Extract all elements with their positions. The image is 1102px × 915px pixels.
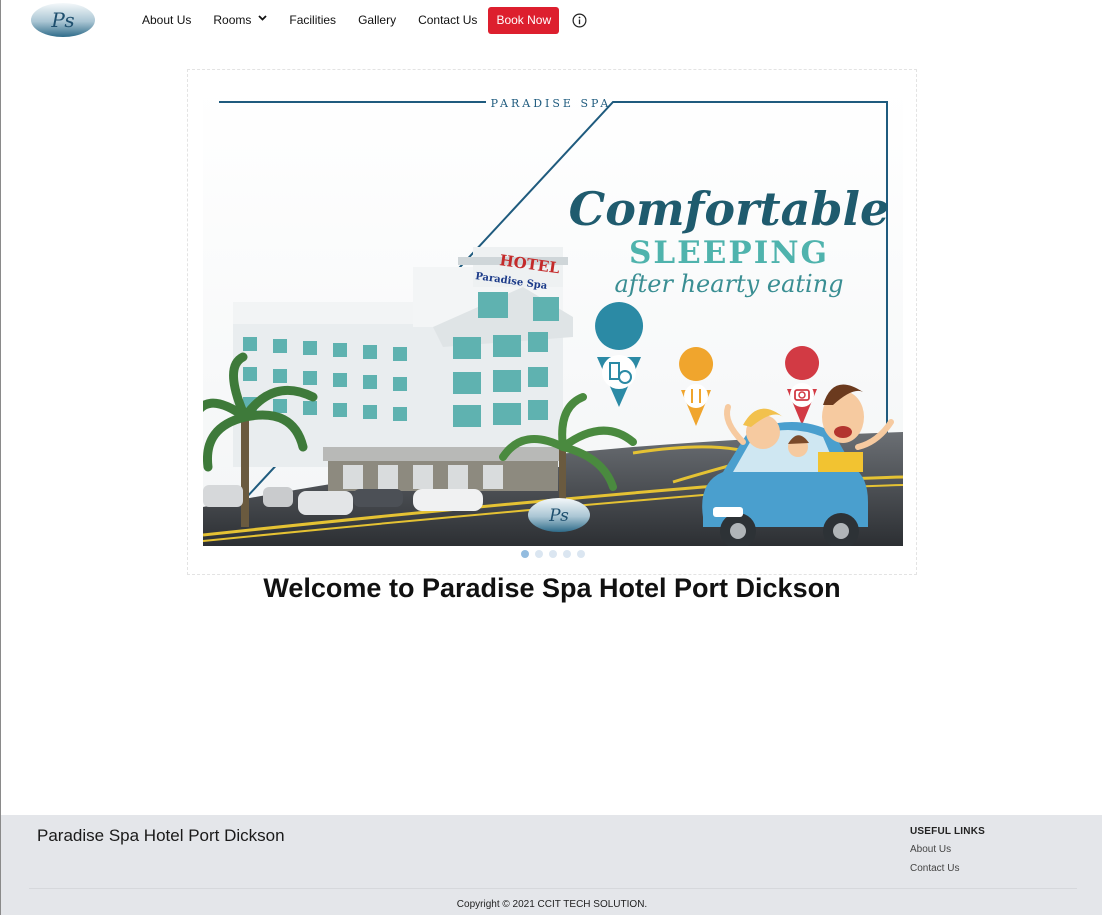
footer-link-about-us[interactable]: About Us <box>910 844 985 855</box>
main-nav: About Us Rooms Facilities Gallery Contac… <box>131 7 587 34</box>
carousel-dot-1[interactable] <box>521 550 529 558</box>
footer-link-contact-us[interactable]: Contact Us <box>910 863 985 874</box>
welcome-heading: Welcome to Paradise Spa Hotel Port Dicks… <box>263 573 841 603</box>
nav-contact-us-label: Contact Us <box>418 13 478 27</box>
navbar: Ps About Us Rooms Facilities Gallery Con… <box>1 0 1102 42</box>
nav-about-us-label: About Us <box>142 13 192 27</box>
carousel-dot-5[interactable] <box>577 550 585 558</box>
carousel-dots <box>188 550 916 558</box>
carousel-dot-2[interactable] <box>535 550 543 558</box>
footer: Paradise Spa Hotel Port Dickson USEFUL L… <box>1 815 1102 915</box>
nav-facilities[interactable]: Facilities <box>278 7 347 34</box>
nav-contact-us[interactable]: Contact Us <box>407 7 488 34</box>
nav-gallery-label: Gallery <box>358 13 397 27</box>
nav-gallery[interactable]: Gallery <box>347 7 407 34</box>
banner-headline-3: after hearty eating <box>614 270 843 298</box>
banner-carousel: PARADISE SPA HOTEL Paradise Spa Ps Comfo… <box>187 69 917 575</box>
carousel-dot-4[interactable] <box>563 550 571 558</box>
footer-divider <box>29 888 1077 889</box>
banner-headline-1: Comfortable <box>569 182 890 236</box>
nav-facilities-label: Facilities <box>289 13 337 27</box>
useful-links: USEFUL LINKS About Us Contact Us <box>910 826 985 882</box>
banner-frame-title: PARADISE SPA <box>491 97 612 110</box>
useful-links-heading: USEFUL LINKS <box>910 826 985 837</box>
carousel-dot-3[interactable] <box>549 550 557 558</box>
logo-text: Ps <box>50 8 74 32</box>
ps-logo[interactable]: Ps <box>30 2 96 38</box>
nav-rooms-label: Rooms <box>213 13 252 27</box>
banner-image: PARADISE SPA HOTEL Paradise Spa Ps Comfo… <box>203 87 903 546</box>
copyright-text: Copyright © 2021 CCIT TECH SOLUTION. <box>456 899 648 910</box>
banner-slide[interactable]: PARADISE SPA HOTEL Paradise Spa Ps Comfo… <box>203 87 903 546</box>
road-logo-text: Ps <box>548 506 569 526</box>
banner-headline-2: SLEEPING <box>629 235 829 271</box>
chevron-down-icon <box>258 14 268 21</box>
nav-about-us[interactable]: About Us <box>131 7 202 34</box>
info-icon[interactable] <box>572 13 587 28</box>
footer-title: Paradise Spa Hotel Port Dickson <box>37 826 285 845</box>
nav-rooms[interactable]: Rooms <box>202 7 278 34</box>
book-now-button[interactable]: Book Now <box>488 7 560 34</box>
